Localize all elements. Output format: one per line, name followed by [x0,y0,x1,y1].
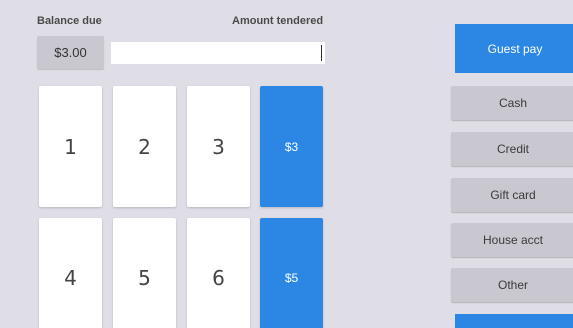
quick-amount-3-button[interactable]: $3 [260,86,323,207]
payment-screen: Balance due Amount tendered $3.00 1 2 3 … [0,0,573,328]
keypad-key-1[interactable]: 1 [39,86,102,207]
keypad-key-6[interactable]: 6 [187,218,250,328]
cash-button[interactable]: Cash [451,86,573,120]
other-button[interactable]: Other [451,268,573,302]
house-account-button[interactable]: House acct [451,223,573,257]
keypad-key-4[interactable]: 4 [39,218,102,328]
keypad-key-2[interactable]: 2 [113,86,176,207]
credit-button[interactable]: Credit [451,132,573,166]
balance-due-label: Balance due [37,15,102,27]
amount-tendered-input[interactable] [111,42,325,64]
gift-card-button[interactable]: Gift card [451,178,573,212]
balance-due-value[interactable]: $3.00 [37,36,104,69]
text-cursor [321,45,322,61]
guest-pay-button[interactable]: Guest pay [455,24,573,73]
amount-tendered-label: Amount tendered [232,15,324,27]
keypad-key-5[interactable]: 5 [113,218,176,328]
keypad-key-3[interactable]: 3 [187,86,250,207]
action-button-partial[interactable] [455,314,573,328]
quick-amount-5-button[interactable]: $5 [260,218,323,328]
